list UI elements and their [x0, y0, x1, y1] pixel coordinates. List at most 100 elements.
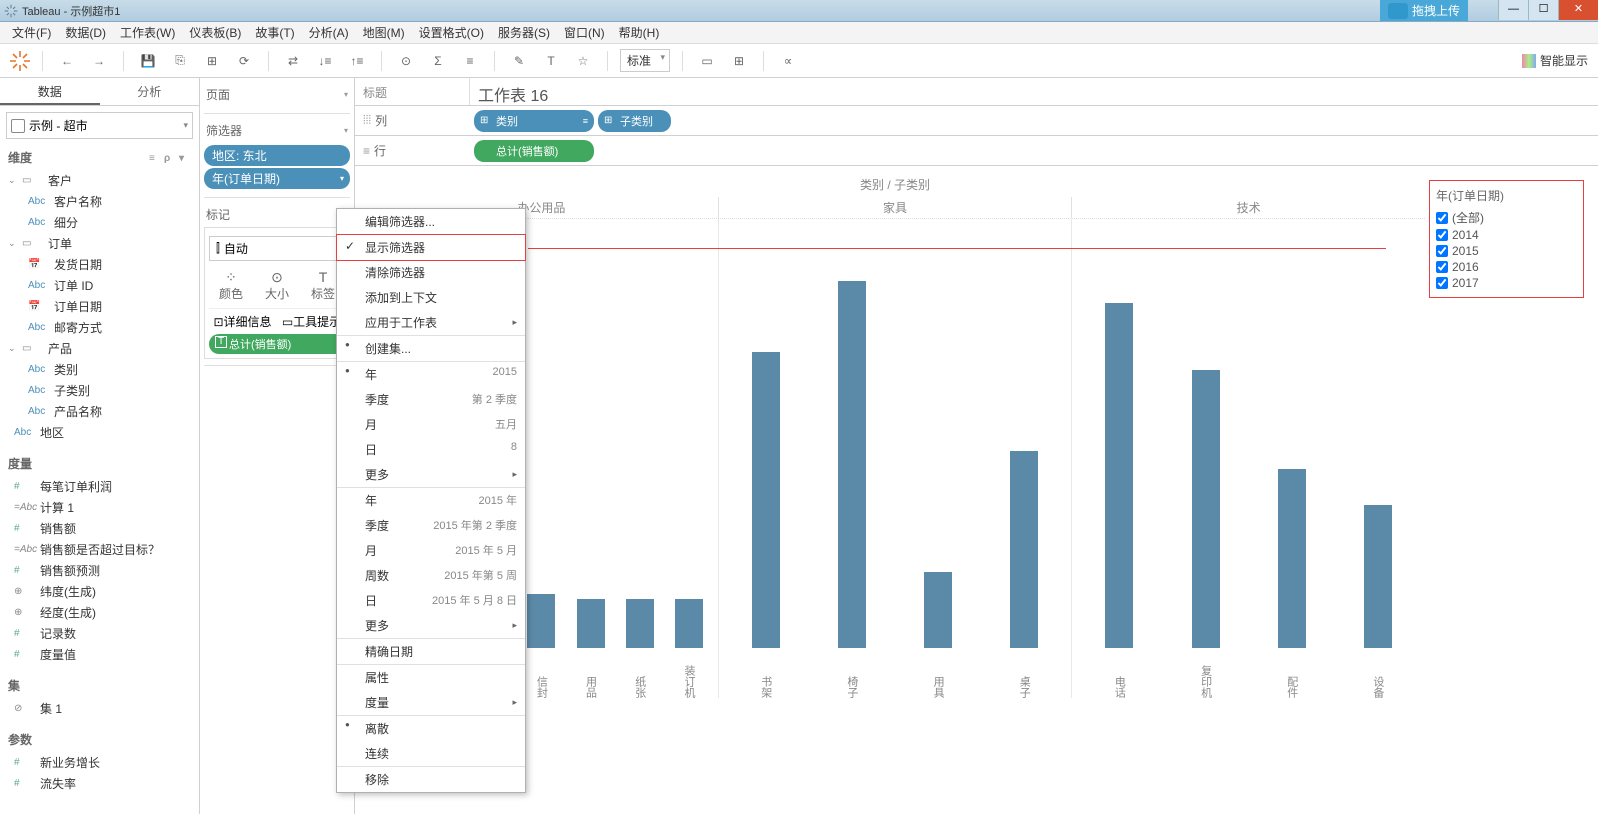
bar-column[interactable]: 复印机	[1186, 219, 1226, 698]
bar[interactable]	[1192, 370, 1220, 648]
dim-field[interactable]: Abc客户名称	[4, 191, 195, 212]
mark-label-pill[interactable]: 总计(销售额)	[209, 334, 345, 354]
measure-field[interactable]: #销售额	[4, 518, 195, 539]
bar-column[interactable]: 用具	[918, 219, 958, 698]
new-datasource-button[interactable]: ⎘	[168, 49, 192, 73]
context-menu-item[interactable]: 连续	[337, 741, 525, 767]
measure-field[interactable]: =Abc销售额是否超过目标？	[4, 539, 195, 560]
menu-item[interactable]: 地图(M)	[357, 22, 411, 43]
context-menu-item[interactable]: 显示筛选器	[336, 234, 526, 261]
filter-checkbox[interactable]: 2017	[1436, 275, 1577, 291]
undo-button[interactable]: ←	[55, 49, 79, 73]
column-pill[interactable]: ⊞子类别	[598, 110, 671, 132]
bar-column[interactable]: 椅子	[832, 219, 872, 698]
fit-dropdown[interactable]: 标准	[620, 49, 670, 72]
context-menu-item[interactable]: 创建集...	[337, 336, 525, 362]
marks-detail[interactable]: ⊡详细信息	[209, 313, 276, 330]
refresh-button[interactable]: ⟳	[232, 49, 256, 73]
marks-tooltip[interactable]: ▭工具提示	[278, 313, 345, 330]
context-menu-item[interactable]: 应用于工作表	[337, 310, 525, 336]
show-me-button[interactable]: 智能显示	[1522, 52, 1588, 69]
totals-button[interactable]: Σ	[426, 49, 450, 73]
maximize-button[interactable]: ☐	[1528, 0, 1558, 20]
menu-item[interactable]: 帮助(H)	[613, 22, 666, 43]
filter-checkbox[interactable]: (全部)	[1436, 208, 1577, 227]
close-button[interactable]: ✕	[1558, 0, 1598, 20]
bar-column[interactable]: 配件	[1272, 219, 1312, 698]
bar[interactable]	[1010, 451, 1038, 648]
filter-pill-year[interactable]: 年(订单日期)▾	[204, 168, 350, 189]
bar[interactable]	[1364, 505, 1392, 648]
menu-item[interactable]: 服务器(S)	[492, 22, 556, 43]
save-button[interactable]: 💾	[136, 49, 160, 73]
menu-item[interactable]: 故事(T)	[249, 22, 300, 43]
bar[interactable]	[752, 352, 780, 648]
dim-folder[interactable]: ▭产品	[4, 338, 195, 359]
upload-badge[interactable]: 拖拽上传	[1380, 0, 1468, 21]
context-menu-item[interactable]: 移除	[337, 767, 525, 792]
context-menu-item[interactable]: 添加到上下文	[337, 285, 525, 310]
measure-field[interactable]: ⊕经度(生成)	[4, 602, 195, 623]
bar[interactable]	[1278, 469, 1306, 648]
context-menu-item[interactable]: 周数2015 年第 5 周	[337, 563, 525, 588]
measure-field[interactable]: ⊕纬度(生成)	[4, 581, 195, 602]
checkbox[interactable]	[1436, 277, 1448, 289]
dim-folder[interactable]: ▭客户	[4, 170, 195, 191]
dim-field[interactable]: 📅订单日期	[4, 296, 195, 317]
context-menu-item[interactable]: 度量	[337, 690, 525, 716]
set-field[interactable]: ⊘集 1	[4, 698, 195, 719]
dim-field[interactable]: 📅发货日期	[4, 254, 195, 275]
checkbox[interactable]	[1436, 245, 1448, 257]
dim-field[interactable]: Abc细分	[4, 212, 195, 233]
measure-field[interactable]: #度量值	[4, 644, 195, 665]
menu-item[interactable]: 窗口(N)	[558, 22, 611, 43]
dim-field[interactable]: Abc地区	[4, 422, 195, 443]
show-labels-button[interactable]: ≡	[458, 49, 482, 73]
pin-button[interactable]: ☆	[571, 49, 595, 73]
measure-field[interactable]: #记录数	[4, 623, 195, 644]
context-menu-item[interactable]: 月五月	[337, 412, 525, 437]
bar-column[interactable]: 电话	[1099, 219, 1139, 698]
tableau-icon[interactable]	[10, 51, 30, 71]
checkbox[interactable]	[1436, 229, 1448, 241]
bar[interactable]	[838, 281, 866, 648]
sheet-title[interactable]: 工作表 16	[470, 78, 1598, 105]
menu-item[interactable]: 数据(D)	[59, 22, 112, 43]
measure-field[interactable]: =Abc计算 1	[4, 497, 195, 518]
dashboard-button[interactable]: ⊞	[727, 49, 751, 73]
marks-size[interactable]: ⊙大小	[255, 265, 299, 306]
bar[interactable]	[626, 599, 654, 648]
dim-field[interactable]: Abc子类别	[4, 380, 195, 401]
context-menu-item[interactable]: 年2015 年	[337, 488, 525, 513]
bar[interactable]	[675, 599, 703, 648]
filter-pill-region[interactable]: 地区: 东北	[204, 145, 350, 166]
marks-color[interactable]: ⁘颜色	[209, 265, 253, 306]
filter-checkbox[interactable]: 2016	[1436, 259, 1577, 275]
context-menu-item[interactable]: 清除筛选器	[337, 260, 525, 285]
menu-item[interactable]: 分析(A)	[303, 22, 355, 43]
bar-column[interactable]: 书架	[746, 219, 786, 698]
bar-column[interactable]: 用品	[571, 219, 611, 698]
context-menu-item[interactable]: 月2015 年 5 月	[337, 538, 525, 563]
share-button[interactable]: ∝	[776, 49, 800, 73]
bar[interactable]	[577, 599, 605, 648]
context-menu-item[interactable]: 日8	[337, 437, 525, 462]
sort-asc-button[interactable]: ↓≡	[313, 49, 337, 73]
menu-item[interactable]: 文件(F)	[6, 22, 57, 43]
minimize-button[interactable]: —	[1498, 0, 1528, 20]
context-menu-item[interactable]: 离散	[337, 716, 525, 741]
highlight-button[interactable]: ✎	[507, 49, 531, 73]
marks-type-select[interactable]: ⫿ 自动	[209, 236, 345, 261]
bar[interactable]	[527, 594, 555, 648]
checkbox[interactable]	[1436, 261, 1448, 273]
menu-item[interactable]: 仪表板(B)	[183, 22, 247, 43]
measure-field[interactable]: #销售额预测	[4, 560, 195, 581]
context-menu-item[interactable]: 季度2015 年第 2 季度	[337, 513, 525, 538]
param-field[interactable]: #流失率	[4, 773, 195, 794]
filter-checkbox[interactable]: 2015	[1436, 243, 1577, 259]
dim-field[interactable]: Abc产品名称	[4, 401, 195, 422]
menu-item[interactable]: 工作表(W)	[114, 22, 181, 43]
tab-analysis[interactable]: 分析	[100, 78, 200, 105]
context-menu-item[interactable]: 更多	[337, 613, 525, 639]
bar-column[interactable]: 信封	[521, 219, 561, 698]
